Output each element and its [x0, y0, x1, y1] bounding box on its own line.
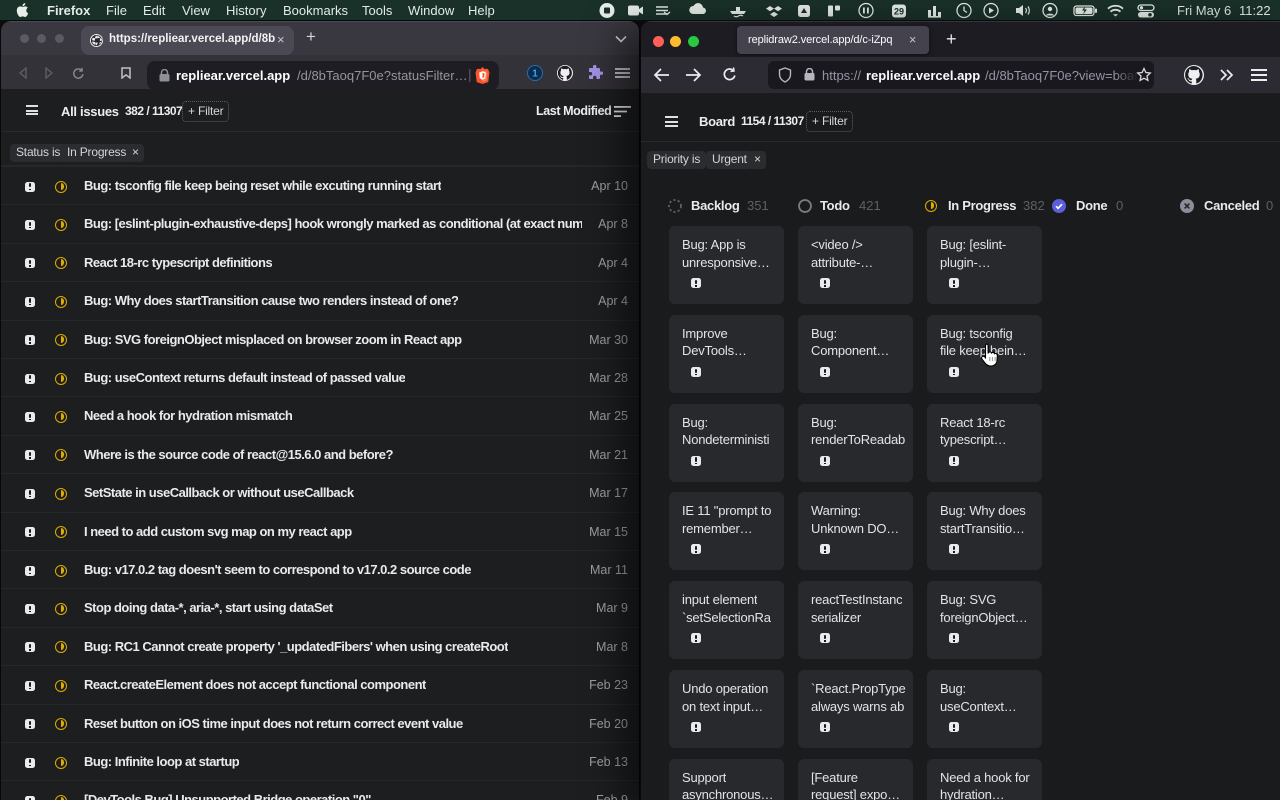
svg-text:29: 29 [894, 7, 904, 17]
svg-text:1: 1 [532, 69, 538, 80]
